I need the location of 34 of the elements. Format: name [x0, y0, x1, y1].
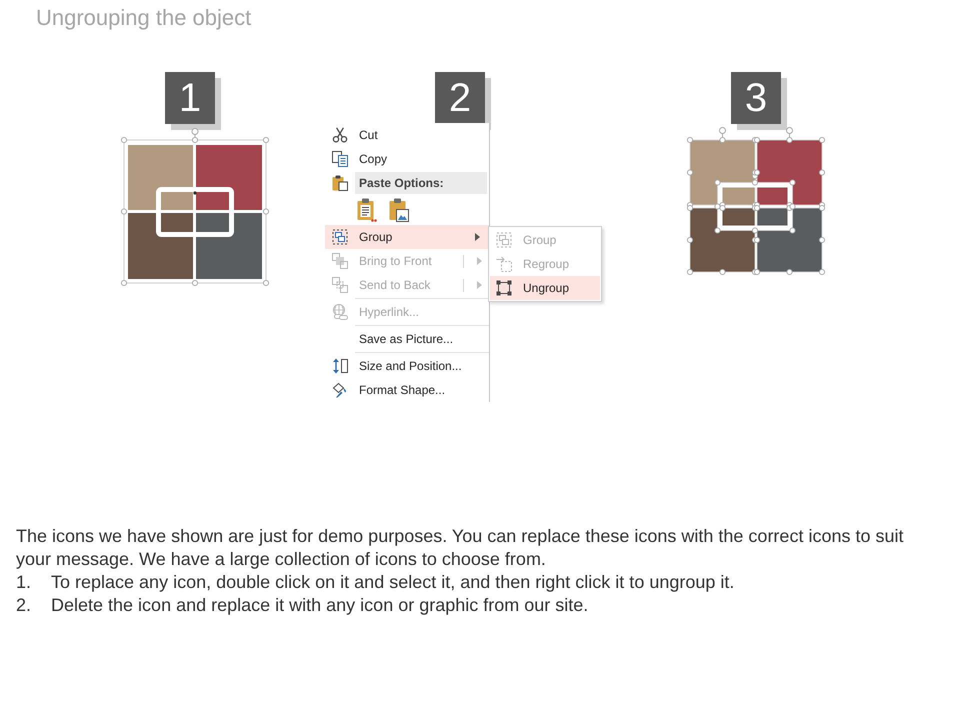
menu-item[interactable]: Cut	[325, 123, 489, 147]
step-number-badge: 2	[435, 72, 485, 124]
caret-icon	[477, 281, 482, 289]
dashed-squares-icon	[496, 232, 512, 248]
description-text: The icons we have shown are just for demo purposes. You can replace these icons with the correct icons to suit your message. We have a large collection of icons to choose from.	[16, 525, 904, 571]
arrow-dashed-square-icon	[496, 256, 512, 272]
globe-link-icon	[332, 304, 348, 320]
dashed-squares-icon	[332, 229, 348, 245]
scissors-icon	[332, 127, 348, 143]
menu-section-header: Paste Options:	[355, 172, 487, 194]
copy-icon	[332, 151, 348, 167]
list-number: 1.	[16, 571, 32, 594]
clipboard-icon	[332, 175, 348, 191]
caret-icon	[475, 233, 480, 241]
clipboard-picture-icon[interactable]	[389, 198, 409, 222]
menu-item[interactable]: Copy	[325, 147, 489, 171]
paint-bucket-icon	[332, 382, 348, 398]
menu-item[interactable]: Group	[325, 225, 489, 249]
arrow-rectangle-icon	[332, 358, 348, 374]
step-number-badge: 3	[731, 72, 781, 124]
step-number-badge: 1	[165, 72, 215, 124]
overlapping-squares-icon	[332, 253, 348, 269]
list-number: 2.	[16, 594, 32, 617]
square-handles-icon	[496, 280, 512, 296]
caret-icon	[477, 257, 482, 265]
menu-item[interactable]: Size and Position...	[325, 354, 489, 378]
menu-item[interactable]: Save as Picture...	[325, 327, 489, 351]
list-item-text: Delete the icon and replace it with any icon or graphic from our site.	[51, 594, 588, 617]
list-item-text: To replace any icon, double click on it and select it, and then right click it to ungroup it.	[51, 571, 734, 594]
slide-title: Ungrouping the object	[36, 5, 252, 31]
submenu-item[interactable]: Ungroup	[490, 276, 600, 300]
overlapping-squares-icon	[332, 277, 348, 293]
menu-item[interactable]: Format Shape...	[325, 378, 489, 402]
clipboard-text-icon[interactable]	[357, 198, 377, 222]
